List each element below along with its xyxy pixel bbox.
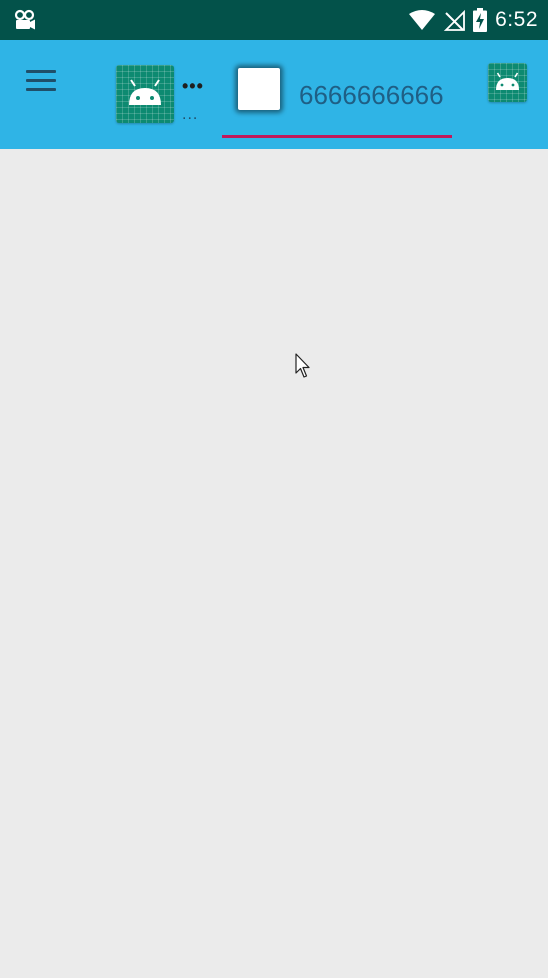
mouse-cursor-icon xyxy=(295,353,311,384)
wifi-icon xyxy=(409,10,436,30)
toolbar: ••• ... 6666666666 xyxy=(0,40,548,149)
hamburger-menu-icon[interactable] xyxy=(26,70,56,96)
tab-selected[interactable]: 6666666666 xyxy=(222,40,452,149)
tab-android[interactable]: ••• ... xyxy=(110,40,210,149)
android-icon xyxy=(116,65,174,123)
no-signal-icon xyxy=(443,9,466,31)
tab-label-top: ••• xyxy=(182,76,204,96)
status-time: 6:52 xyxy=(495,8,538,31)
video-camera-icon xyxy=(14,9,36,36)
content-area xyxy=(0,149,548,978)
tab-label-bottom: ... xyxy=(182,106,199,123)
android-icon[interactable] xyxy=(488,63,527,102)
tab-indicator xyxy=(222,135,452,138)
status-bar: 6:52 xyxy=(0,0,548,40)
battery-charging-icon xyxy=(473,8,488,32)
tab-label: 6666666666 xyxy=(299,80,444,110)
white-square-icon xyxy=(238,68,280,110)
